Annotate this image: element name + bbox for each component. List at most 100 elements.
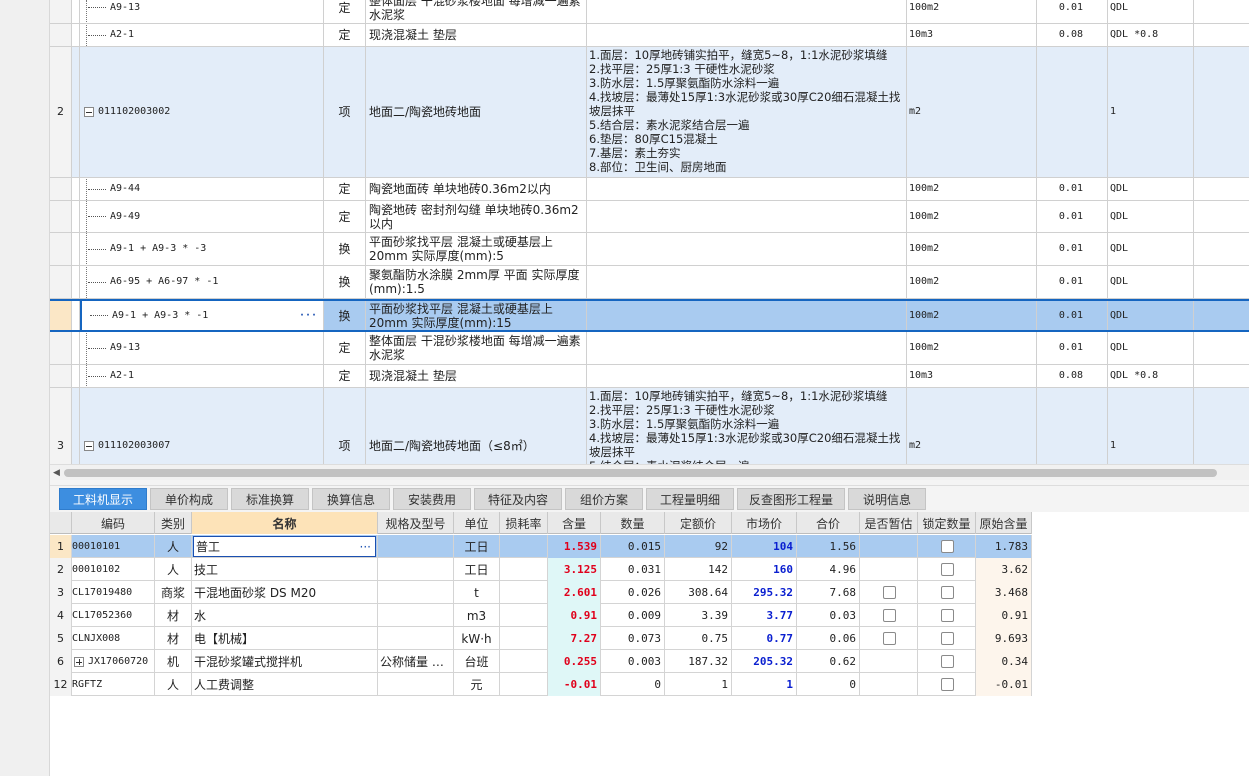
tab-price-composition[interactable]: 单价构成: [150, 488, 228, 510]
row-code[interactable]: A9-1 + A9-3 * -1 ···: [80, 301, 324, 330]
table-row[interactable]: A2-1 定 现浇混凝土 垫层 10m3 0.08 QDL *0.8: [50, 24, 1249, 47]
material-category: 人: [155, 673, 192, 696]
tab-quantity-detail[interactable]: 工程量明细: [646, 488, 734, 510]
lock-checkbox: [918, 604, 976, 627]
col-lock-qty[interactable]: 锁定数量: [918, 512, 976, 534]
material-row[interactable]: 12 RGFTZ 人人工费调整元 -0.01 0 1 1 0 -0.01: [50, 673, 1032, 696]
col-category[interactable]: 类别: [155, 512, 192, 534]
collapse-icon[interactable]: [84, 107, 94, 117]
row-type: 定: [324, 365, 366, 387]
material-row[interactable]: 2 00010102 人技工 工日 3.125 0.031 142 160 4.96 3.62: [50, 558, 1032, 581]
row-qty: 0.01: [1037, 266, 1108, 298]
estimated-checkbox: [860, 627, 918, 650]
row-unit: 100m2: [907, 201, 1037, 232]
tab-install-fee[interactable]: 安装费用: [393, 488, 471, 510]
checkbox[interactable]: [941, 655, 954, 668]
material-loss-rate: [500, 673, 548, 696]
table-row[interactable]: A9-1 + A9-3 * -3 换 平面砂浆找平层 混凝土或硬基层上20mm …: [50, 233, 1249, 266]
table-row[interactable]: A9-44 定 陶瓷地面砖 单块地砖0.36m2以内 100m2 0.01 QD…: [50, 178, 1249, 201]
col-unit[interactable]: 单位: [454, 512, 500, 534]
current-material-row[interactable]: 1 00010101 人普工 ··· 工日 1.539 0.015 92 104 1.56 1.78…: [50, 535, 1032, 558]
left-gutter: [0, 0, 50, 776]
material-unit: 台班: [454, 650, 500, 673]
material-total: 0: [797, 673, 860, 696]
row-expr: QDL: [1108, 201, 1194, 232]
scroll-left-icon[interactable]: ◀: [53, 468, 60, 478]
scrollbar-thumb[interactable]: [64, 469, 1217, 477]
row-type: 定: [324, 332, 366, 364]
material-spec: [378, 604, 454, 627]
checkbox[interactable]: [941, 540, 954, 553]
checkbox[interactable]: [941, 586, 954, 599]
tab-materials[interactable]: 工料机显示: [59, 488, 147, 510]
col-quota-price[interactable]: 定额价: [665, 512, 732, 534]
collapse-icon[interactable]: [84, 440, 94, 451]
col-quantity[interactable]: 数量: [601, 512, 665, 534]
material-loss-rate: [500, 558, 548, 581]
material-name[interactable]: 普工 ···: [192, 535, 378, 558]
tab-features[interactable]: 特征及内容: [474, 488, 562, 510]
row-type: 换: [324, 233, 366, 265]
table-row[interactable]: A9-13 定 整体面层 干混砂浆楼地面 每增减一遍素水泥浆 100m2 0.0…: [50, 0, 1249, 24]
row-features: [587, 0, 907, 23]
material-market-price: 160: [732, 558, 797, 581]
material-code: 00010102: [72, 558, 155, 581]
material-row[interactable]: 4 CL17052360 材水 m3 0.91 0.009 3.39 3.77 0.03 0.91: [50, 604, 1032, 627]
table-row[interactable]: A9-13 定 整体面层 干混砂浆楼地面 每增减一遍素水泥浆 100m2 0.0…: [50, 332, 1249, 365]
checkbox[interactable]: [941, 678, 954, 691]
more-button[interactable]: ···: [299, 309, 317, 323]
table-row[interactable]: A2-1 定 现浇混凝土 垫层 10m3 0.08 QDL *0.8: [50, 365, 1249, 388]
name-edit-field[interactable]: 普工 ···: [193, 536, 376, 557]
checkbox[interactable]: [883, 609, 896, 622]
row-name: 整体面层 干混砂浆楼地面 每增减一遍素水泥浆: [366, 0, 587, 23]
col-estimated[interactable]: 是否暂估: [860, 512, 918, 534]
checkbox[interactable]: [941, 632, 954, 645]
material-row[interactable]: 6 JX17060720 机干混砂浆罐式搅拌机 公称储量 … 台班 0.255 0.003 1…: [50, 650, 1032, 673]
row-qty: 0.01: [1037, 201, 1108, 232]
material-spec: [378, 581, 454, 604]
bill-item-row[interactable]: 3 011102003007 项 地面二/陶瓷地砖地面（≤8㎡） 1.面层：10…: [50, 388, 1249, 464]
row-features: [587, 332, 907, 364]
expand-icon[interactable]: [74, 656, 84, 667]
checkbox[interactable]: [941, 609, 954, 622]
checkbox[interactable]: [883, 632, 896, 645]
more-button[interactable]: ···: [360, 540, 371, 554]
col-loss-rate[interactable]: 损耗率: [500, 512, 548, 534]
col-total[interactable]: 合价: [797, 512, 860, 534]
material-row[interactable]: 5 CLNJX008 材电【机械】 kW·h 7.27 0.073 0.75 0.77 0.06…: [50, 627, 1032, 650]
app-window: { "top_rows": [ {"no":"","code":"A9-13",…: [0, 0, 1249, 776]
row-number: [50, 301, 72, 330]
material-spec: [378, 558, 454, 581]
bill-item-row[interactable]: 2 011102003002 项 地面二/陶瓷地砖地面 1.面层：10厚地砖铺实…: [50, 47, 1249, 178]
checkbox[interactable]: [941, 563, 954, 576]
row-qty: 0.01: [1037, 0, 1108, 23]
row-number: [50, 332, 72, 364]
col-orig-content[interactable]: 原始含量: [976, 512, 1032, 534]
material-unit: kW·h: [454, 627, 500, 650]
material-quota-price: 1: [665, 673, 732, 696]
col-code[interactable]: 编码: [72, 512, 155, 534]
material-orig-content: 3.62: [976, 558, 1032, 581]
col-content[interactable]: 含量: [548, 512, 601, 534]
tab-standard-conversion[interactable]: 标准换算: [231, 488, 309, 510]
row-qty: 0.01: [1037, 178, 1108, 200]
tab-conversion-info[interactable]: 换算信息: [312, 488, 390, 510]
checkbox[interactable]: [883, 586, 896, 599]
row-name: 聚氨酯防水涂膜 2mm厚 平面 实际厚度(mm):1.5: [366, 266, 587, 298]
row-features: [587, 201, 907, 232]
row-code: 011102003002: [80, 47, 324, 177]
col-market-price[interactable]: 市场价: [732, 512, 797, 534]
material-unit: m3: [454, 604, 500, 627]
tab-pricing-scheme[interactable]: 组价方案: [565, 488, 643, 510]
table-row[interactable]: A6-95 + A6-97 * -1 换 聚氨酯防水涂膜 2mm厚 平面 实际厚…: [50, 266, 1249, 299]
material-row[interactable]: 3 CL17019480 商浆 干混地面砂浆 DS M20 t 2.601 0.026 308…: [50, 581, 1032, 604]
estimated-checkbox: [860, 673, 918, 696]
col-name[interactable]: 名称: [192, 512, 378, 534]
horizontal-scrollbar[interactable]: ◀: [50, 464, 1249, 480]
tab-graphic-quantity[interactable]: 反查图形工程量: [737, 488, 845, 510]
table-row[interactable]: A9-49 定 陶瓷地砖 密封剂勾缝 单块地砖0.36m2以内 100m2 0.…: [50, 201, 1249, 233]
tab-notes[interactable]: 说明信息: [848, 488, 926, 510]
col-spec[interactable]: 规格及型号: [378, 512, 454, 534]
row-type: 项: [324, 388, 366, 464]
current-row[interactable]: A9-1 + A9-3 * -1 ··· 换 平面砂浆找平层 混凝土或硬基层上20…: [50, 299, 1249, 332]
